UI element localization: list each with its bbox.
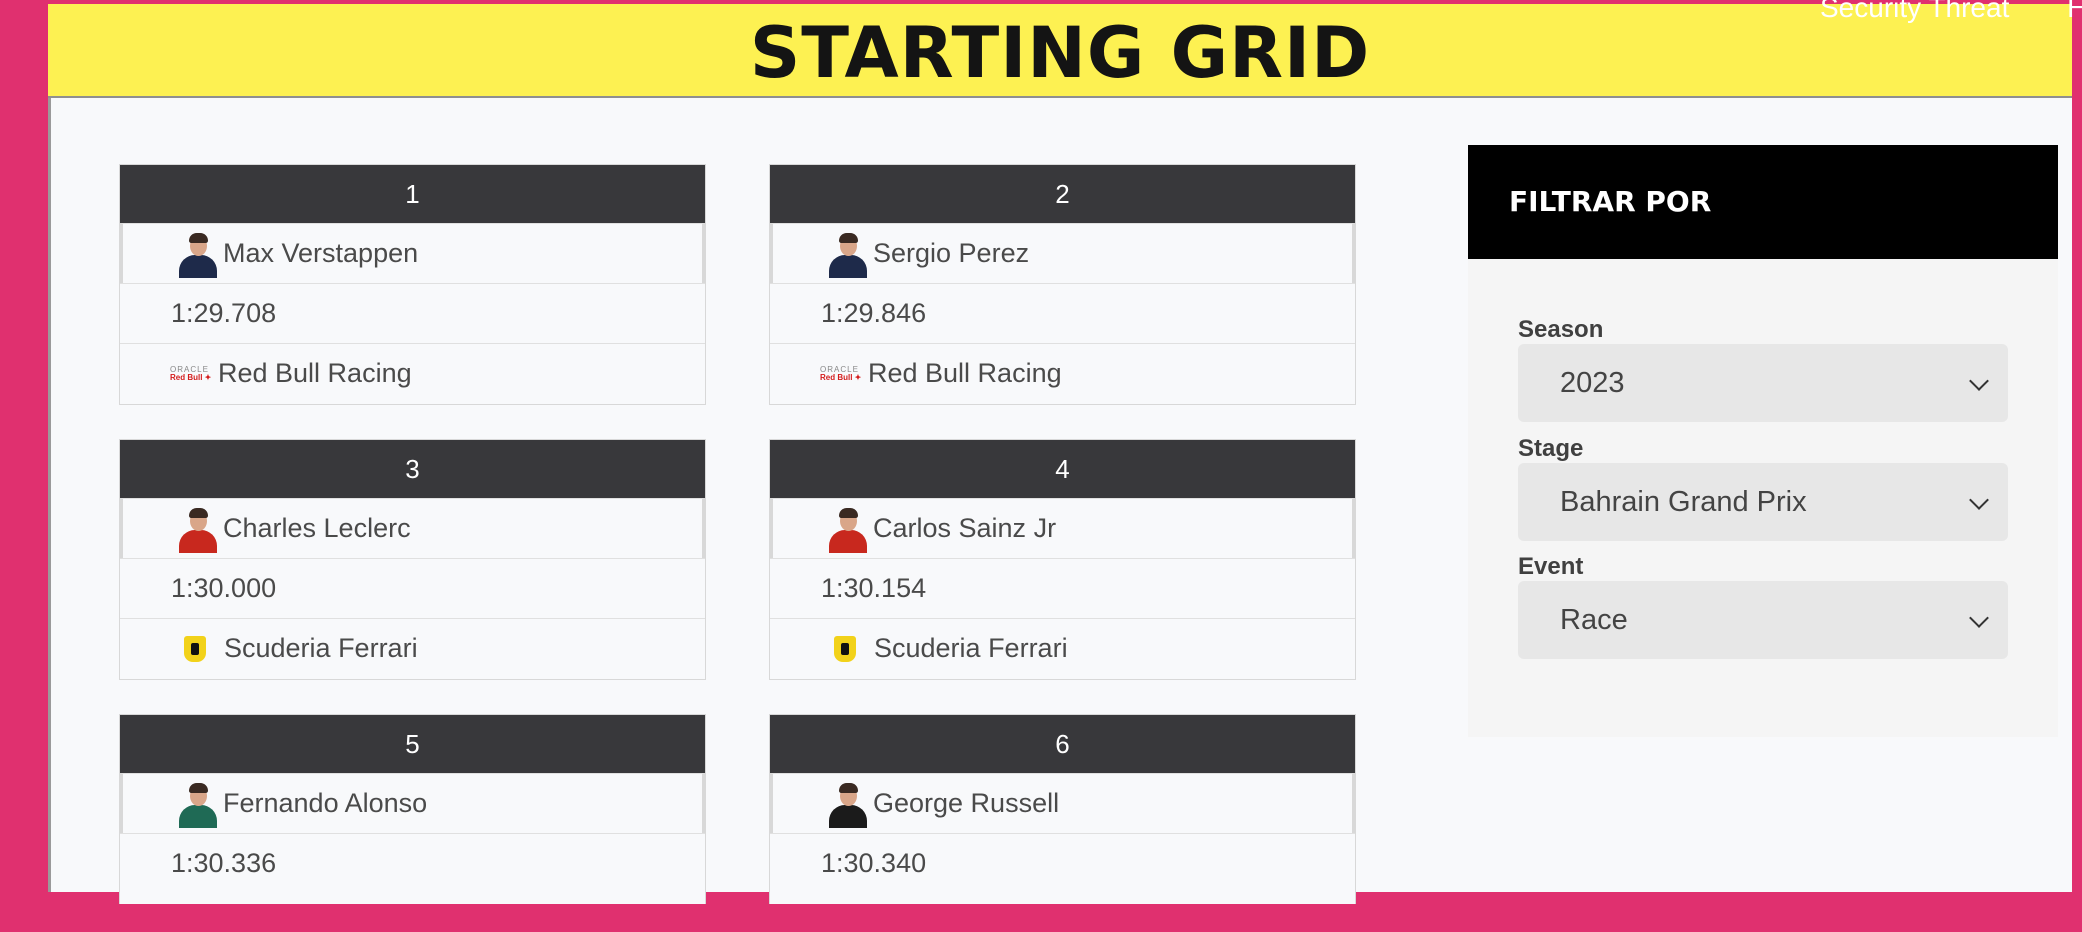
grid-card: 6 George Russell 1:30.340 xyxy=(769,714,1356,904)
lap-time: 1:30.154 xyxy=(821,573,927,603)
nav-link-security-threat[interactable]: Security Threat xyxy=(1820,0,2009,23)
event-select[interactable]: Race xyxy=(1518,581,2008,659)
lap-time: 1:30.336 xyxy=(171,848,277,878)
grid-card: 5 Fernando Alonso 1:30.336 xyxy=(119,714,706,904)
stage-select[interactable]: Bahrain Grand Prix xyxy=(1518,463,2008,541)
driver-row: George Russell xyxy=(770,773,1355,833)
lap-time-row: 1:29.708 xyxy=(120,283,705,343)
season-select[interactable]: 2023 xyxy=(1518,344,2008,422)
grid-position: 4 xyxy=(770,440,1355,498)
grid-position: 1 xyxy=(120,165,705,223)
ferrari-logo-icon xyxy=(834,635,856,662)
lap-time-row: 1:30.154 xyxy=(770,558,1355,618)
ferrari-logo-icon xyxy=(184,635,206,662)
grid-position: 2 xyxy=(770,165,1355,223)
driver-name: George Russell xyxy=(873,788,1060,818)
team-row: ORACLE Red Bull ✦ Red Bull Racing xyxy=(770,343,1355,403)
grid-position: 5 xyxy=(120,715,705,773)
season-label: Season xyxy=(1518,316,1604,343)
grid-position: 6 xyxy=(770,715,1355,773)
red-bull-racing-logo-icon: ORACLE Red Bull ✦ xyxy=(170,364,212,382)
season-value: 2023 xyxy=(1560,366,1625,399)
driver-row: Max Verstappen xyxy=(120,223,705,283)
lap-time: 1:30.340 xyxy=(821,848,927,878)
driver-row: Carlos Sainz Jr xyxy=(770,498,1355,558)
grid-card: 4 Carlos Sainz Jr 1:30.154 Scuderia Ferr… xyxy=(769,439,1356,680)
driver-name: Charles Leclerc xyxy=(223,513,411,543)
driver-photo xyxy=(177,505,219,553)
event-field: Event Race xyxy=(1518,553,2008,659)
team-name: Red Bull Racing xyxy=(218,358,412,388)
stage-label: Stage xyxy=(1518,435,1584,462)
driver-name: Fernando Alonso xyxy=(223,788,428,818)
event-value: Race xyxy=(1560,603,1628,636)
main-content: 1 Max Verstappen 1:29.708 ORACLE Red Bull… xyxy=(48,98,2072,904)
lap-time-row: 1:29.846 xyxy=(770,283,1355,343)
driver-name: Carlos Sainz Jr xyxy=(873,513,1057,543)
top-nav: Security Threat Ho xyxy=(1820,0,2082,24)
season-field: Season 2023 xyxy=(1518,316,2008,422)
chevron-down-icon xyxy=(1969,371,1989,391)
event-label: Event xyxy=(1518,553,1584,580)
chevron-down-icon xyxy=(1969,608,1989,628)
chevron-down-icon xyxy=(1969,490,1989,510)
team-row: Scuderia Ferrari xyxy=(120,618,705,678)
page-header: STARTING GRID xyxy=(48,4,2072,99)
lap-time: 1:29.708 xyxy=(171,298,277,328)
grid-card: 1 Max Verstappen 1:29.708 ORACLE Red Bull… xyxy=(119,164,706,405)
grid-position: 3 xyxy=(120,440,705,498)
team-row: ORACLE Red Bull ✦ Red Bull Racing xyxy=(120,343,705,403)
team-name: Scuderia Ferrari xyxy=(874,633,1068,663)
driver-photo xyxy=(827,780,869,828)
lap-time-row: 1:30.340 xyxy=(770,833,1355,893)
stage-field: Stage Bahrain Grand Prix xyxy=(1518,435,2008,541)
driver-row: Fernando Alonso xyxy=(120,773,705,833)
filter-panel: FILTRAR POR Season 2023 Stage Bahrain Gr… xyxy=(1468,145,2058,737)
lap-time: 1:29.846 xyxy=(821,298,927,328)
stage-value: Bahrain Grand Prix xyxy=(1560,485,1807,518)
lap-time: 1:30.000 xyxy=(171,573,277,603)
team-name: Scuderia Ferrari xyxy=(224,633,418,663)
driver-row: Sergio Perez xyxy=(770,223,1355,283)
driver-photo xyxy=(177,230,219,278)
filter-title: FILTRAR POR xyxy=(1468,145,2058,259)
lap-time-row: 1:30.000 xyxy=(120,558,705,618)
team-row: Scuderia Ferrari xyxy=(770,618,1355,678)
lap-time-row: 1:30.336 xyxy=(120,833,705,893)
team-name: Red Bull Racing xyxy=(868,358,1062,388)
nav-link-home[interactable]: Ho xyxy=(2067,0,2082,23)
driver-photo xyxy=(827,230,869,278)
driver-photo xyxy=(827,505,869,553)
red-bull-racing-logo-icon: ORACLE Red Bull ✦ xyxy=(820,364,862,382)
page-title: STARTING GRID xyxy=(749,12,1371,94)
driver-row: Charles Leclerc xyxy=(120,498,705,558)
grid-card: 2 Sergio Perez 1:29.846 ORACLE Red Bull ✦… xyxy=(769,164,1356,405)
driver-name: Max Verstappen xyxy=(223,238,419,268)
driver-photo xyxy=(177,780,219,828)
grid-card: 3 Charles Leclerc 1:30.000 Scuderia Ferr… xyxy=(119,439,706,680)
driver-name: Sergio Perez xyxy=(873,238,1030,268)
